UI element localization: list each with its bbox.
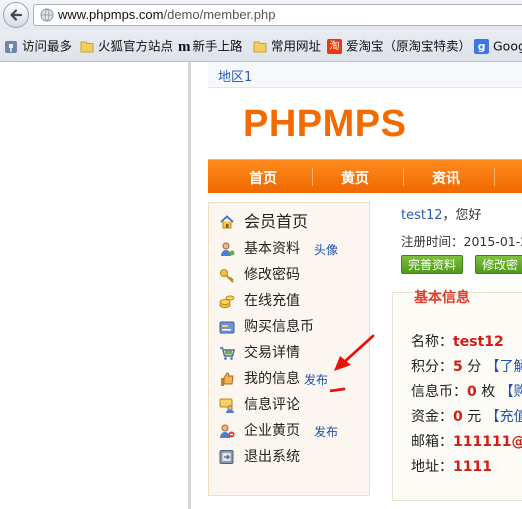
taobao-icon: 淘 [327, 39, 342, 54]
bookmark-label: 访问最多 [22, 38, 73, 54]
info-value: 1111 [453, 459, 492, 475]
complete-profile-button[interactable]: 完善资料 [401, 255, 464, 274]
bookmark-label: 新手上路 [192, 38, 243, 54]
url-host: www.phpmps.com [58, 7, 164, 22]
publish-info-link[interactable]: 发布 [304, 369, 328, 391]
info-value: 5 [453, 359, 463, 375]
bookmark-google[interactable]: g Goog [474, 37, 522, 55]
bookmark-getting-started[interactable]: m 新手上路 [178, 37, 243, 55]
info-label: 地址： [411, 459, 453, 475]
nav-separator [494, 168, 495, 186]
avatar-link[interactable]: 头像 [314, 239, 338, 261]
learn-more-link[interactable]: 【了解 [486, 359, 522, 375]
thumb-icon [221, 372, 234, 386]
sidebar-item-label: 购买信息币 [244, 319, 314, 335]
bookmark-most-visited[interactable]: 访问最多 [4, 37, 72, 55]
info-unit: 枚 [476, 384, 500, 400]
comment-user-icon [219, 398, 234, 413]
breadcrumb: 地区1 [208, 62, 522, 88]
bookmark-common-sites[interactable]: 常用网址 [253, 37, 321, 55]
folder-icon [253, 41, 267, 53]
nav-separator [403, 168, 404, 186]
change-password-button[interactable]: 修改密 [475, 255, 522, 274]
user-icon [221, 242, 235, 256]
info-label: 邮箱： [411, 434, 453, 450]
card-icon [219, 321, 235, 334]
info-label: 积分： [411, 359, 453, 375]
google-icon: g [474, 39, 489, 54]
folder-icon [80, 41, 94, 53]
sidebar-item-label: 交易详情 [244, 345, 300, 361]
sidebar-item-label: 修改密码 [244, 267, 300, 283]
sidebar-item-label: 退出系统 [244, 449, 300, 465]
info-value: 0 [453, 409, 463, 425]
back-button[interactable] [3, 2, 29, 28]
info-label: 信息币： [411, 384, 467, 400]
breadcrumb-region-link[interactable]: 地区1 [218, 66, 252, 85]
recharge-link[interactable]: 【充值 [486, 409, 522, 425]
bookmark-taobao[interactable]: 淘爱淘宝（原淘宝特卖） [327, 37, 471, 55]
nav-separator [312, 168, 313, 186]
bookmark-label: 火狐官方站点 [98, 38, 174, 54]
m-logo-icon: m [178, 38, 191, 55]
key-icon [220, 269, 234, 283]
greeting: ，您好 [442, 208, 482, 223]
bookmarks-bar: 访问最多 火狐官方站点 m新手上路 常用网址 淘爱淘宝（原淘宝特卖） g Goog [0, 30, 522, 62]
coins-icon [219, 295, 235, 308]
exit-icon [219, 450, 234, 464]
user-minus-icon [220, 424, 235, 438]
nav-news[interactable]: 资讯 [432, 168, 460, 188]
bookmark-label: 爱淘宝（原淘宝特卖） [346, 38, 472, 54]
sidebar-item-label: 在线充值 [244, 293, 300, 309]
info-row-credits: 信息币：0 枚 【购 [411, 381, 522, 401]
page-divider [188, 62, 191, 509]
sidebar-item-label: 我的信息 [244, 371, 300, 387]
info-label: 名称： [411, 334, 453, 350]
url-path: /demo/member.php [163, 7, 276, 22]
pin-icon [5, 40, 17, 53]
nav-home[interactable]: 首页 [249, 168, 277, 188]
back-arrow-icon [10, 9, 23, 21]
info-unit: 元 [462, 409, 486, 425]
buy-link[interactable]: 【购 [500, 384, 522, 400]
sidebar-item-label: 信息评论 [244, 397, 300, 413]
sidebar-item-label: 会员首页 [244, 212, 309, 231]
info-label: 资金： [411, 409, 453, 425]
info-value: 111111@ [453, 434, 522, 450]
annotation-arrow [330, 334, 375, 393]
site-logo[interactable]: PHPMPS [243, 102, 406, 146]
globe-icon [40, 8, 54, 22]
welcome-text: test12，您好 [401, 204, 482, 223]
nav-yellow-pages[interactable]: 黄页 [341, 168, 369, 188]
username-link[interactable]: test12 [401, 208, 443, 223]
info-value: 0 [467, 384, 477, 400]
registration-time: 注册时间：2015-01-2 [401, 234, 522, 249]
url-input[interactable]: www.phpmps.com/demo/member.php [33, 4, 522, 26]
bookmark-firefox-site[interactable]: 火狐官方站点 [80, 37, 173, 55]
basic-info-title: 基本信息 [414, 290, 470, 306]
info-row-email: 邮箱：111111@ [411, 431, 522, 451]
info-row-points: 积分：5 分 【了解 [411, 356, 522, 376]
info-row-funds: 资金：0 元 【充值 [411, 406, 522, 426]
house-icon [220, 215, 234, 229]
info-value: test12 [453, 334, 504, 350]
sidebar-item-label: 企业黄页 [244, 423, 300, 439]
info-unit: 分 [462, 359, 486, 375]
publish-yellow-page-link[interactable]: 发布 [314, 421, 338, 443]
info-row-address: 地址：1111 [411, 456, 492, 476]
bookmark-label: Goog [493, 38, 522, 54]
info-row-name: 名称：test12 [411, 331, 504, 351]
cart-icon [220, 347, 235, 360]
sidebar-item-label: 基本资料 [244, 241, 300, 257]
bookmark-label: 常用网址 [271, 38, 322, 54]
main-nav: 首页 黄页 资讯 [208, 159, 522, 193]
address-bar: www.phpmps.com/demo/member.php [0, 0, 522, 30]
